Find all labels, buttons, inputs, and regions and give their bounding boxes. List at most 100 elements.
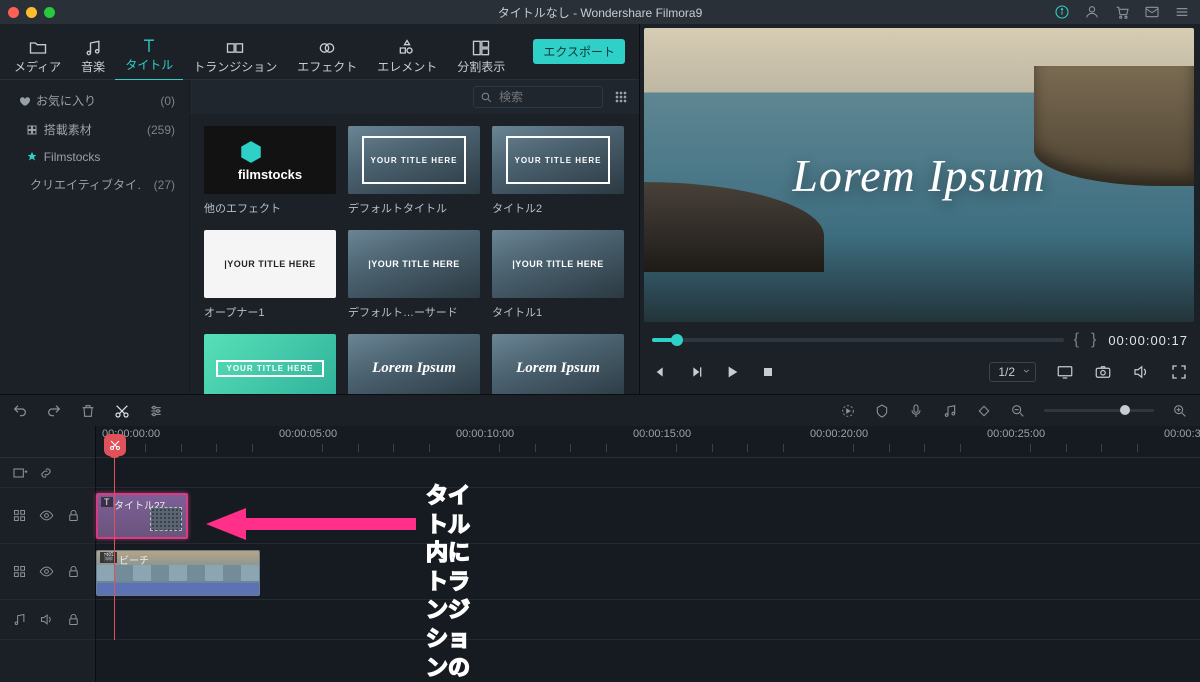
- thumbnail-label: タイトル2: [492, 200, 624, 216]
- tab-element[interactable]: エレメント: [367, 29, 447, 81]
- video-clip[interactable]: 🎬 ビーチ: [96, 550, 260, 596]
- title-thumbnail[interactable]: |YOUR TITLE HEREデフォルト…ーサード: [348, 230, 480, 320]
- sidebar: お気に入り (0) ▶搭載素材 (259) ▶Filmstocks クリエイティ…: [0, 80, 190, 394]
- audio-track[interactable]: [96, 600, 1200, 640]
- quality-icon[interactable]: [1056, 363, 1074, 381]
- preview-canvas[interactable]: Lorem Ipsum: [644, 28, 1194, 322]
- lock-icon[interactable]: [66, 508, 81, 523]
- search-input[interactable]: [499, 90, 589, 104]
- thumbnail-label: デフォルト…ーサード: [348, 304, 480, 320]
- tab-label: メディア: [14, 58, 61, 75]
- add-track-icon[interactable]: [12, 465, 28, 481]
- search-input-wrap[interactable]: [473, 86, 603, 108]
- sidebar-count: (259): [147, 123, 175, 137]
- zoom-out-icon[interactable]: [1010, 403, 1026, 419]
- fullscreen-icon[interactable]: [1170, 363, 1188, 381]
- redo-icon[interactable]: [46, 403, 62, 419]
- play-button[interactable]: [724, 364, 740, 380]
- preview-overlay-text: Lorem Ipsum: [792, 149, 1045, 202]
- title-thumbnail[interactable]: YOUR TITLE HEREオープナー2: [204, 334, 336, 394]
- title-thumbnail[interactable]: Lorem Ipsumタイトル27: [348, 334, 480, 394]
- sidebar-label: お気に入り: [36, 92, 96, 109]
- tab-media[interactable]: メディア: [4, 29, 71, 81]
- menu-icon[interactable]: [1174, 4, 1190, 20]
- zoom-select[interactable]: 1/2: [989, 362, 1036, 382]
- title-thumbnail[interactable]: |YOUR TITLE HEREオープナー1: [204, 230, 336, 320]
- grid-view-icon[interactable]: [613, 89, 629, 105]
- record-vo-icon[interactable]: [908, 403, 924, 419]
- sidebar-item-filmstocks[interactable]: ▶Filmstocks: [0, 144, 189, 170]
- transition-icon: [225, 38, 245, 58]
- track-head-video[interactable]: [0, 544, 95, 600]
- zoom-value: 1/2: [998, 365, 1015, 379]
- keyframe-icon[interactable]: [976, 403, 992, 419]
- zoom-slider[interactable]: [1044, 409, 1154, 412]
- settings-icon[interactable]: [148, 403, 164, 419]
- sidebar-item-creative[interactable]: クリエイティブタイ… (27): [0, 170, 189, 199]
- speaker-icon[interactable]: [39, 612, 54, 627]
- tab-label: 音楽: [81, 58, 105, 75]
- stop-button[interactable]: [760, 364, 776, 380]
- title-thumbnail[interactable]: filmstocks他のエフェクト: [204, 126, 336, 216]
- title-track[interactable]: T タイトル27: [96, 488, 1200, 544]
- preview-scrubbar[interactable]: [652, 338, 1064, 342]
- search-icon: [480, 91, 493, 104]
- title-thumbnail[interactable]: Lorem Ipsumタイトル29: [492, 334, 624, 394]
- sidebar-item-bundled[interactable]: ▶搭載素材 (259): [0, 115, 189, 144]
- preview-timecode: 00:00:00:17: [1108, 333, 1188, 348]
- prev-frame-button[interactable]: [652, 364, 668, 380]
- next-frame-button[interactable]: [688, 364, 704, 380]
- marker-icon[interactable]: [874, 403, 890, 419]
- thumbnail-label: オープナー1: [204, 304, 336, 320]
- timeline: 00:00:00:0000:00:05:0000:00:10:0000:00:1…: [0, 426, 1200, 682]
- title-thumbnail[interactable]: YOUR TITLE HEREデフォルトタイトル: [348, 126, 480, 216]
- lock-icon[interactable]: [66, 564, 81, 579]
- title-icon: [139, 36, 159, 56]
- delete-icon[interactable]: [80, 403, 96, 419]
- track-head-audio[interactable]: [0, 600, 95, 640]
- render-icon[interactable]: [840, 403, 856, 419]
- volume-icon[interactable]: [1132, 363, 1150, 381]
- title-thumbnail[interactable]: YOUR TITLE HEREタイトル2: [492, 126, 624, 216]
- audio-mixer-icon[interactable]: [942, 403, 958, 419]
- cart-icon[interactable]: [1114, 4, 1130, 20]
- tab-transition[interactable]: トランジション: [183, 29, 287, 81]
- track-head-title[interactable]: [0, 488, 95, 544]
- user-icon[interactable]: [1084, 4, 1100, 20]
- timeline-ruler[interactable]: 00:00:00:0000:00:05:0000:00:10:0000:00:1…: [96, 426, 1200, 458]
- sidebar-count: (0): [160, 94, 175, 108]
- playhead[interactable]: [114, 458, 115, 640]
- info-icon[interactable]: [1054, 4, 1070, 20]
- cut-icon[interactable]: [114, 403, 130, 419]
- tab-effect[interactable]: エフェクト: [287, 29, 367, 81]
- media-tab-bar: メディア 音楽 タイトル トランジション エフェクト エレメント: [0, 24, 639, 80]
- lock-icon[interactable]: [66, 612, 81, 627]
- thumbnail-label: デフォルトタイトル: [348, 200, 480, 216]
- title-thumbnail[interactable]: |YOUR TITLE HEREタイトル1: [492, 230, 624, 320]
- title-clip[interactable]: T タイトル27: [96, 493, 188, 539]
- sidebar-label: Filmstocks: [44, 150, 101, 164]
- tab-label: 分割表示: [457, 58, 505, 75]
- link-icon[interactable]: [38, 465, 54, 481]
- eye-icon[interactable]: [39, 564, 54, 579]
- preview-panel: Lorem Ipsum { } 00:00:00:17 1/2: [640, 24, 1200, 394]
- sidebar-count: (27): [154, 178, 175, 192]
- export-button[interactable]: エクスポート: [533, 39, 625, 64]
- transition-dissolve-indicator[interactable]: [150, 507, 182, 531]
- tab-split[interactable]: 分割表示: [447, 29, 515, 81]
- thumbnail-label: 他のエフェクト: [204, 200, 336, 216]
- video-track[interactable]: 🎬 ビーチ: [96, 544, 1200, 600]
- window-title: タイトルなし - Wondershare Filmora9: [0, 4, 1200, 21]
- zoom-in-icon[interactable]: [1172, 403, 1188, 419]
- cut-marker-icon[interactable]: [104, 434, 126, 456]
- tab-music[interactable]: 音楽: [71, 29, 115, 81]
- tab-title[interactable]: タイトル: [115, 29, 183, 81]
- mark-out-icon[interactable]: }: [1091, 331, 1098, 349]
- undo-icon[interactable]: [12, 403, 28, 419]
- snapshot-icon[interactable]: [1094, 363, 1112, 381]
- mail-icon[interactable]: [1144, 4, 1160, 20]
- sidebar-item-favorites[interactable]: お気に入り (0): [0, 86, 189, 115]
- folder-icon: [28, 38, 48, 58]
- eye-icon[interactable]: [39, 508, 54, 523]
- mark-in-icon[interactable]: {: [1074, 331, 1081, 349]
